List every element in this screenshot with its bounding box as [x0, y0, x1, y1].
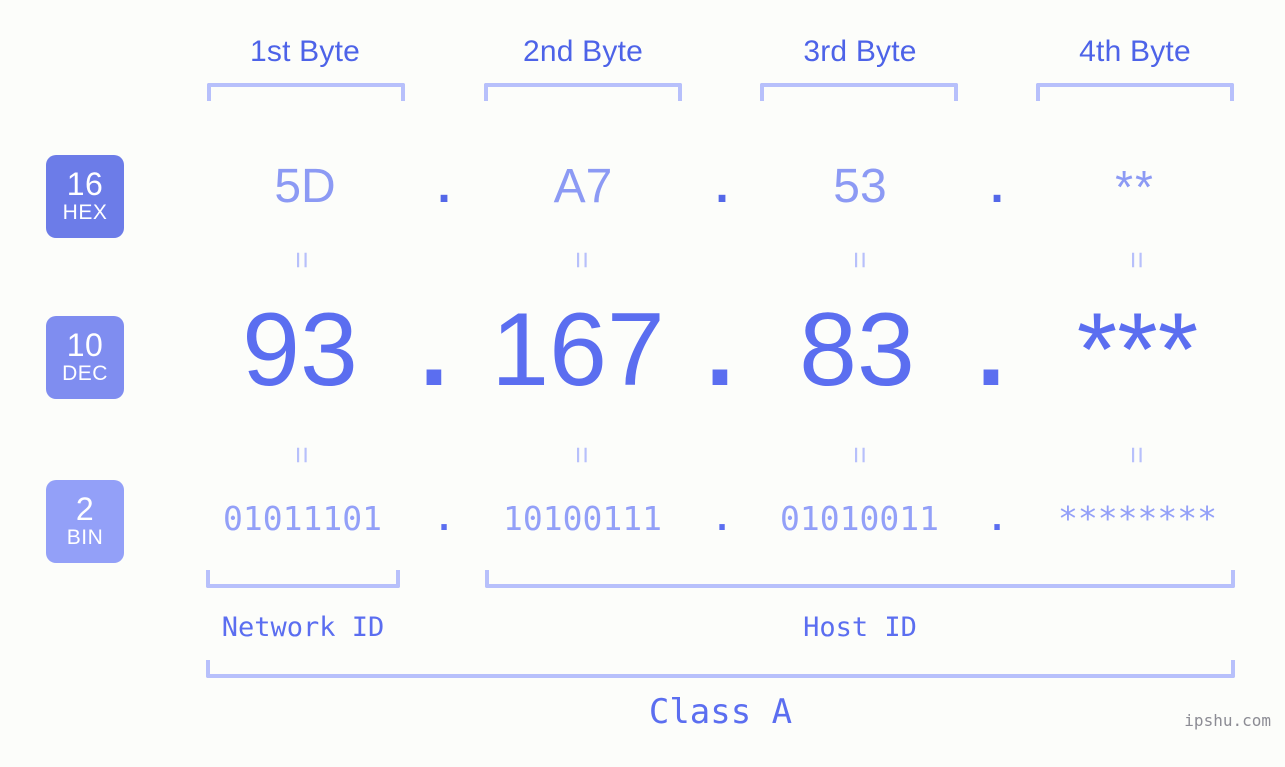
dec-byte-2: 167	[491, 292, 665, 408]
equals-sign-1-4: =	[1120, 251, 1153, 269]
bin-byte-1: 01011101	[223, 499, 382, 538]
dec-byte-3: 83	[799, 292, 915, 408]
bin-byte-4: ********	[1058, 499, 1217, 538]
dec-separator-2: .	[705, 292, 735, 408]
base-badge-hex-number: 16	[66, 166, 104, 202]
equals-sign-1-3: =	[843, 251, 876, 269]
network-id-bracket-icon	[206, 570, 400, 588]
byte-header-3: 3rd Byte	[803, 35, 917, 68]
byte-bracket-2-icon	[484, 83, 682, 101]
hex-byte-4: **	[1115, 161, 1155, 213]
ip-address-breakdown-diagram: 1st Byte 2nd Byte 3rd Byte 4th Byte 16 H…	[0, 0, 1285, 767]
equals-sign-2-2: =	[565, 446, 598, 464]
byte-bracket-4-icon	[1036, 83, 1234, 101]
dec-byte-4: ***	[1076, 292, 1199, 408]
bin-separator-2: .	[712, 499, 732, 538]
byte-header-4: 4th Byte	[1079, 35, 1191, 68]
bin-separator-1: .	[434, 499, 454, 538]
hex-separator-3: .	[990, 160, 1004, 213]
base-badge-dec: 10 DEC	[46, 316, 124, 399]
equals-sign-2-4: =	[1120, 446, 1153, 464]
host-id-label: Host ID	[803, 612, 917, 643]
hex-separator-1: .	[437, 160, 451, 213]
host-id-bracket-icon	[485, 570, 1235, 588]
hex-byte-2: A7	[553, 160, 613, 213]
equals-sign-1-1: =	[285, 251, 318, 269]
dec-separator-3: .	[976, 292, 1006, 408]
hex-byte-3: 53	[833, 160, 887, 213]
bin-byte-2: 10100111	[503, 499, 662, 538]
equals-sign-1-2: =	[565, 251, 598, 269]
dec-byte-1: 93	[242, 292, 358, 408]
watermark: ipshu.com	[1184, 711, 1271, 730]
base-badge-bin-name: BIN	[66, 526, 104, 549]
bin-byte-3: 01010011	[780, 499, 939, 538]
class-label: Class A	[648, 692, 793, 732]
byte-bracket-3-icon	[760, 83, 958, 101]
base-badge-dec-number: 10	[66, 327, 104, 363]
equals-sign-2-1: =	[285, 446, 318, 464]
base-badge-hex-name: HEX	[62, 201, 108, 224]
base-badge-dec-name: DEC	[62, 362, 108, 385]
hex-separator-2: .	[715, 160, 729, 213]
class-bracket-icon	[206, 660, 1235, 678]
base-badge-bin: 2 BIN	[46, 480, 124, 563]
equals-sign-2-3: =	[843, 446, 876, 464]
bin-separator-3: .	[987, 499, 1007, 538]
byte-header-2: 2nd Byte	[522, 35, 644, 68]
byte-header-1: 1st Byte	[250, 35, 360, 68]
dec-separator-1: .	[419, 292, 449, 408]
hex-byte-1: 5D	[274, 160, 336, 213]
base-badge-bin-number: 2	[75, 491, 95, 527]
network-id-label: Network ID	[221, 612, 385, 643]
byte-bracket-1-icon	[207, 83, 405, 101]
base-badge-hex: 16 HEX	[46, 155, 124, 238]
